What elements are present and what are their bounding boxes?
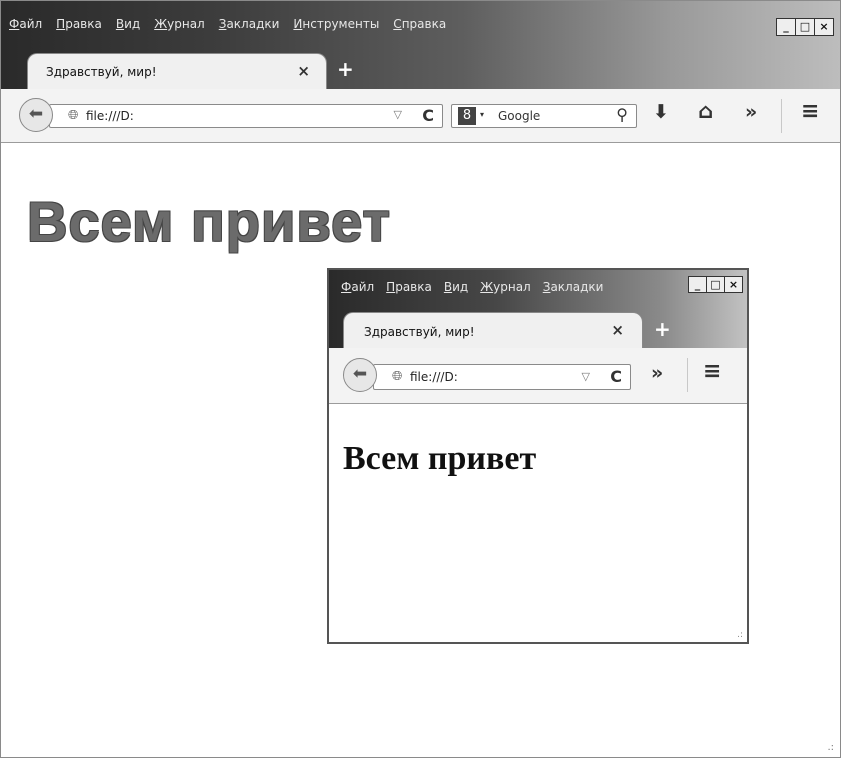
page-heading: Всем привет	[27, 190, 391, 253]
menu-view[interactable]: Вид	[116, 17, 140, 31]
minimize-button[interactable]: _	[776, 18, 796, 36]
resize-grip-icon[interactable]: .:	[827, 742, 834, 753]
inner-menu-edit[interactable]: Правка	[386, 280, 432, 294]
inner-dropdown-icon[interactable]: ▽	[582, 370, 590, 383]
inner-window-controls: _ □ ×	[688, 276, 743, 293]
new-tab-button[interactable]: +	[337, 57, 354, 81]
inner-minimize-button[interactable]: _	[688, 276, 707, 293]
overflow-icon[interactable]: »	[745, 101, 757, 123]
menu-edit[interactable]: Правка	[56, 17, 102, 31]
reload-icon[interactable]: C	[422, 106, 434, 125]
inner-back-button[interactable]: ⬅	[343, 358, 377, 392]
inner-url-text[interactable]: file:///D:	[410, 370, 458, 384]
tab-active[interactable]: Здравствуй, мир! ×	[27, 53, 327, 89]
inner-page-content: Всем привет .:	[329, 404, 747, 642]
back-arrow-icon: ⬅	[28, 104, 44, 124]
search-engine-icon[interactable]: 8	[458, 107, 476, 125]
inner-menu-bar: Файл Правка Вид Журнал Закладки	[341, 280, 603, 294]
url-text[interactable]: file:///D:	[86, 109, 134, 123]
menu-help[interactable]: Справка	[393, 17, 446, 31]
inner-resize-grip-icon[interactable]: .:	[737, 630, 743, 640]
inner-menu-view[interactable]: Вид	[444, 280, 468, 294]
inner-new-tab-button[interactable]: +	[654, 317, 671, 341]
menu-bookmarks[interactable]: Закладки	[219, 17, 280, 31]
menu-bar: Файл Правка Вид Журнал Закладки Инструме…	[9, 17, 446, 31]
inner-browser-window: Файл Правка Вид Журнал Закладки _ □ × Зд…	[327, 268, 749, 644]
inner-reload-icon[interactable]: C	[610, 367, 622, 386]
inner-maximize-button[interactable]: □	[706, 276, 725, 293]
tab-close-icon[interactable]: ×	[297, 62, 310, 80]
inner-menu-bookmarks[interactable]: Закладки	[543, 280, 604, 294]
search-bar[interactable]: 8 ▾ Google ⚲	[451, 104, 637, 128]
inner-url-bar[interactable]: 🌐︎ file:///D: ▽ C	[373, 364, 631, 390]
inner-toolbar-separator	[687, 358, 688, 392]
tab-title: Здравствуй, мир!	[46, 65, 157, 79]
menu-file[interactable]: Файл	[9, 17, 42, 31]
home-icon[interactable]: ⌂	[698, 99, 713, 123]
menu-icon[interactable]: ≡	[801, 99, 819, 124]
download-icon[interactable]: ⬇	[653, 101, 669, 123]
menu-tools[interactable]: Инструменты	[293, 17, 379, 31]
inner-tab-close-icon[interactable]: ×	[611, 321, 624, 339]
inner-overflow-icon[interactable]: »	[651, 362, 663, 384]
search-placeholder[interactable]: Google	[498, 109, 540, 123]
dropdown-icon[interactable]: ▽	[394, 108, 402, 121]
title-bar: Файл Правка Вид Журнал Закладки Инструме…	[1, 1, 840, 89]
inner-menu-file[interactable]: Файл	[341, 280, 374, 294]
magnifier-icon[interactable]: ⚲	[616, 105, 628, 124]
maximize-button[interactable]: □	[795, 18, 815, 36]
url-bar[interactable]: 🌐︎ file:///D: ▽ C	[49, 104, 443, 128]
inner-back-arrow-icon: ⬅	[352, 364, 368, 384]
window-controls: _ □ ×	[776, 18, 834, 36]
navigation-toolbar: 🌐︎ file:///D: ▽ C ⬅ 8 ▾ Google ⚲ ⬇ ⌂ » ≡	[1, 89, 840, 143]
back-button[interactable]: ⬅	[19, 98, 53, 132]
inner-menu-icon[interactable]: ≡	[703, 359, 721, 384]
globe-icon: 🌐︎	[68, 108, 79, 123]
search-engine-dropdown-icon[interactable]: ▾	[480, 110, 484, 119]
inner-title-bar: Файл Правка Вид Журнал Закладки _ □ × Зд…	[329, 270, 747, 348]
inner-tab-title: Здравствуй, мир!	[364, 325, 475, 339]
inner-close-window-button[interactable]: ×	[724, 276, 743, 293]
inner-menu-history[interactable]: Журнал	[480, 280, 531, 294]
inner-tab-active[interactable]: Здравствуй, мир! ×	[343, 312, 643, 348]
menu-history[interactable]: Журнал	[154, 17, 205, 31]
close-window-button[interactable]: ×	[814, 18, 834, 36]
inner-page-heading: Всем привет	[343, 440, 537, 477]
toolbar-separator	[781, 99, 782, 133]
inner-navigation-toolbar: 🌐︎ file:///D: ▽ C ⬅ » ≡	[329, 348, 747, 404]
inner-globe-icon: 🌐︎	[392, 369, 403, 384]
